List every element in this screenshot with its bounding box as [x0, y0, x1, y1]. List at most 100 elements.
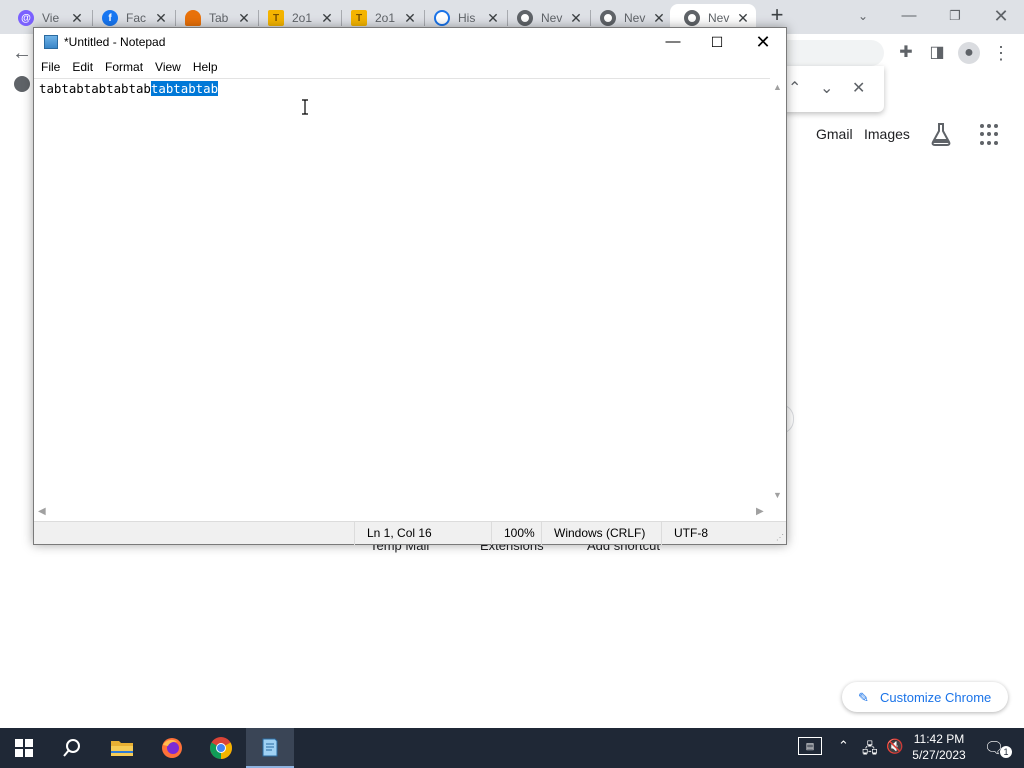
firefox-button[interactable]: [148, 728, 196, 768]
menu-file[interactable]: File: [36, 58, 65, 78]
desktop: @ Vie ✕ f Fac ✕ Tab ✕ T 2o1 ✕ T 2o1 ✕ Hi…: [0, 0, 1024, 768]
close-icon[interactable]: ✕: [740, 28, 786, 58]
customize-chrome-button[interactable]: ✎ Customize Chrome: [842, 682, 1008, 712]
close-icon[interactable]: ✕: [569, 10, 583, 27]
close-window-icon[interactable]: ✕: [978, 2, 1024, 30]
scroll-right-arrow-icon[interactable]: ▶: [756, 506, 764, 517]
keyboard-icon[interactable]: ▤: [798, 737, 822, 755]
tab-title: Fac: [126, 11, 147, 25]
find-bar: ⌃ ⌄ ✕: [780, 66, 884, 112]
scroll-left-arrow-icon[interactable]: ◀: [38, 506, 46, 517]
notepad-app-icon: [44, 35, 58, 49]
menu-bar: File Edit Format View Help: [34, 58, 786, 78]
menu-view[interactable]: View: [150, 58, 186, 78]
close-icon[interactable]: ✕: [237, 10, 251, 27]
firefox-icon: [162, 738, 182, 758]
encoding: UTF-8: [661, 522, 708, 545]
tab-title: 2o1: [375, 11, 396, 25]
file-explorer-button[interactable]: [98, 728, 146, 768]
tab-search-icon[interactable]: ⌄: [840, 2, 886, 30]
gmail-link[interactable]: Gmail: [816, 126, 853, 142]
labs-flask-icon[interactable]: [930, 122, 952, 146]
t-logo-icon: T: [351, 10, 367, 26]
clock-time: 11:42 PM: [913, 732, 965, 746]
close-icon[interactable]: ✕: [70, 10, 84, 27]
horizontal-scrollbar[interactable]: ◀ ▶: [34, 504, 770, 520]
customize-chrome-label: Customize Chrome: [880, 689, 992, 705]
tab-title: 2o1: [292, 11, 313, 25]
at-sign-icon: @: [18, 10, 34, 26]
menu-edit[interactable]: Edit: [67, 58, 98, 78]
status-bar: Ln 1, Col 16 100% Windows (CRLF) UTF-8 ⋰: [34, 521, 786, 545]
cursor-position: Ln 1, Col 16: [354, 522, 432, 545]
line-ending: Windows (CRLF): [541, 522, 645, 545]
tab-title: Nev: [708, 11, 730, 25]
chrome-icon: [600, 10, 616, 26]
scroll-up-arrow-icon[interactable]: ▲: [773, 82, 782, 92]
google-apps-icon[interactable]: [980, 124, 1002, 146]
volume-muted-icon[interactable]: 🔇: [886, 738, 903, 755]
tab-title: Vie: [42, 11, 60, 25]
maximize-icon[interactable]: ☐: [694, 28, 740, 58]
text-cursor-icon: [302, 99, 308, 115]
minimize-icon[interactable]: —: [886, 2, 932, 30]
chrome-button[interactable]: [197, 728, 245, 768]
address-bar[interactable]: [780, 40, 884, 66]
search-button[interactable]: [48, 728, 96, 768]
selected-text: tabtabtab: [150, 81, 219, 96]
history-icon: [434, 10, 450, 26]
close-icon[interactable]: ✕: [736, 10, 750, 27]
globe-icon[interactable]: [14, 76, 30, 92]
cloud-icon: [185, 10, 201, 26]
restore-icon[interactable]: ❐: [932, 2, 978, 30]
text-editor[interactable]: tabtabtabtabtabtabtabtab: [34, 78, 770, 504]
close-icon[interactable]: ✕: [852, 78, 865, 98]
tab-title: His: [458, 11, 476, 25]
zoom-level: 100%: [491, 522, 535, 545]
notepad-taskbar-button[interactable]: [246, 728, 294, 768]
folder-icon: [111, 741, 133, 756]
notification-count-badge: 1: [1000, 746, 1012, 758]
back-arrow-icon[interactable]: ←: [12, 42, 32, 65]
images-link[interactable]: Images: [864, 126, 910, 142]
close-icon[interactable]: ✕: [320, 10, 334, 27]
notepad-window: *Untitled - Notepad — ☐ ✕ File Edit Form…: [33, 27, 787, 545]
tab-title: Nev: [541, 11, 563, 25]
tab-title: Nev: [624, 11, 646, 25]
notepad-title-bar[interactable]: *Untitled - Notepad — ☐ ✕: [34, 28, 786, 58]
close-icon[interactable]: ✕: [652, 10, 666, 27]
chevron-up-icon[interactable]: ⌃: [788, 78, 801, 98]
pencil-icon: ✎: [858, 690, 869, 705]
close-icon[interactable]: ✕: [486, 10, 500, 27]
facebook-icon: f: [102, 10, 118, 26]
close-icon[interactable]: ✕: [403, 10, 417, 27]
menu-help[interactable]: Help: [188, 58, 223, 78]
chevron-down-icon[interactable]: ⌄: [820, 78, 833, 98]
chevron-up-icon[interactable]: ⌃: [838, 738, 849, 754]
search-icon: [63, 739, 80, 757]
extensions-puzzle-icon[interactable]: ✚: [895, 42, 917, 64]
scroll-down-arrow-icon[interactable]: ▼: [773, 490, 782, 500]
notepad-icon: [262, 738, 278, 757]
windows-logo-icon: [15, 739, 33, 757]
more-menu-icon[interactable]: ⋮: [990, 42, 1012, 64]
resize-grip-icon[interactable]: ⋰: [776, 534, 784, 542]
chrome-icon: [684, 10, 700, 26]
unselected-text: tabtabtabtabtab: [39, 81, 151, 96]
clock-date: 5/27/2023: [912, 748, 966, 762]
clock[interactable]: 11:42 PM 5/27/2023: [908, 731, 970, 763]
start-button[interactable]: [0, 728, 48, 768]
t-logo-icon: T: [268, 10, 284, 26]
window-title: *Untitled - Notepad: [64, 35, 166, 49]
close-icon[interactable]: ✕: [154, 10, 168, 27]
new-tab-button[interactable]: +: [766, 4, 788, 28]
taskbar: ▤ ⌃ 🖧 🔇 11:42 PM 5/27/2023 🗨 1: [0, 728, 1024, 768]
vertical-scrollbar[interactable]: ▲ ▼: [770, 78, 786, 504]
network-icon[interactable]: 🖧: [862, 738, 878, 762]
chrome-icon: [517, 10, 533, 26]
profile-avatar-icon[interactable]: ●: [958, 42, 980, 64]
tab-title: Tab: [209, 11, 229, 25]
side-panel-icon[interactable]: ◨: [926, 42, 948, 64]
menu-format[interactable]: Format: [100, 58, 148, 78]
minimize-icon[interactable]: —: [650, 28, 696, 58]
